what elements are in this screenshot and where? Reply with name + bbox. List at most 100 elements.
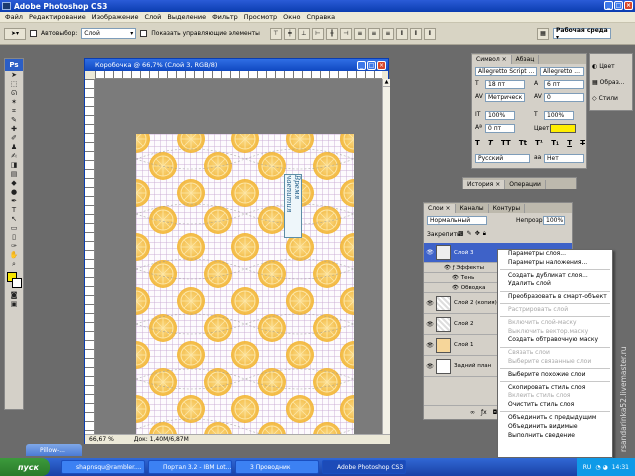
menu-help[interactable]: Справка — [303, 13, 338, 21]
kerning-input[interactable]: Метрическ — [485, 93, 525, 102]
context-menu-item[interactable]: Скопировать стиль слоя — [498, 384, 612, 393]
small-caps-button[interactable]: Tt — [519, 139, 527, 147]
distribute-right-icon[interactable]: ⫴ — [423, 27, 436, 40]
gradient-tool-icon[interactable]: ▤ — [5, 170, 23, 179]
scroll-up-icon[interactable]: ▲ — [383, 79, 390, 87]
maximize-icon[interactable]: □ — [614, 1, 623, 10]
font-family-select[interactable]: Allegretto Script ... — [475, 67, 537, 76]
taskbar-item-explorer[interactable]: 3 Проводник — [235, 460, 319, 474]
language-select[interactable]: Русский — [475, 154, 530, 163]
language-indicator[interactable]: RU — [583, 464, 592, 471]
healing-brush-icon[interactable]: ✚ — [5, 125, 23, 134]
distribute-top-icon[interactable]: ≡ — [353, 27, 366, 40]
doc-close-icon[interactable]: × — [377, 60, 386, 70]
strikethrough-button[interactable]: T — [580, 139, 585, 147]
antialias-select[interactable]: Нет — [544, 154, 584, 163]
autoselect-checkbox[interactable] — [30, 30, 37, 37]
tab-history[interactable]: История × — [463, 180, 506, 189]
clone-stamp-icon[interactable]: ♟ — [5, 143, 23, 152]
menu-view[interactable]: Просмотр — [241, 13, 280, 21]
shadow-eye-icon[interactable]: 👁︎ — [452, 275, 461, 281]
hand-tool-icon[interactable]: ✋ — [5, 251, 23, 260]
dock-color[interactable]: ◐ Цвет — [590, 58, 632, 74]
screen-mode-icon[interactable]: ▣ — [5, 300, 23, 309]
minimized-document-tab[interactable]: Pillow-... — [26, 444, 82, 456]
show-controls-checkbox[interactable] — [140, 30, 148, 37]
minimize-icon[interactable]: _ — [604, 1, 613, 10]
dodge-tool-icon[interactable]: ● — [5, 188, 23, 197]
brush-tool-icon[interactable]: ✐ — [5, 134, 23, 143]
slice-tool-icon[interactable]: ✎ — [5, 116, 23, 125]
opacity-input[interactable]: 100% — [543, 216, 565, 225]
background-color-swatch[interactable] — [12, 278, 22, 288]
canvas-area[interactable]: Время чаепития — [95, 79, 382, 441]
tab-paragraph[interactable]: Абзац — [512, 55, 540, 64]
vscale-input[interactable]: 100% — [485, 111, 515, 120]
context-menu-item[interactable]: Объединить видимые — [498, 423, 612, 432]
menu-edit[interactable]: Редактирование — [26, 13, 89, 21]
zoom-readout[interactable]: 66,67 % — [89, 436, 114, 443]
tab-paths[interactable]: Контуры — [489, 204, 526, 213]
tab-layers[interactable]: Слои × — [424, 204, 456, 213]
text-color-swatch[interactable] — [550, 124, 576, 133]
start-button[interactable]: пуск — [0, 458, 50, 476]
distribute-bottom-icon[interactable]: ≡ — [381, 27, 394, 40]
context-menu-item[interactable]: Выберите похожие слои — [498, 371, 612, 380]
lock-all-icon[interactable]: 🔒︎ — [483, 230, 486, 238]
align-bottom-icon[interactable]: ⊥ — [297, 27, 310, 40]
context-menu-item[interactable]: Удалить слой — [498, 280, 612, 289]
visibility-eye-icon[interactable]: 👁︎ — [424, 300, 436, 307]
eyedropper-icon[interactable]: ✑ — [5, 242, 23, 251]
menu-window[interactable]: Окно — [280, 13, 303, 21]
subscript-button[interactable]: T₁ — [551, 139, 559, 147]
all-caps-button[interactable]: TT — [501, 139, 511, 147]
visibility-eye-icon[interactable]: 👁︎ — [424, 249, 436, 256]
doc-maximize-icon[interactable]: □ — [367, 60, 376, 70]
lasso-tool-icon[interactable]: ᘏ — [5, 89, 23, 98]
menu-filter[interactable]: Фильтр — [209, 13, 241, 21]
taskbar-item-photoshop[interactable]: Adobe Photoshop CS3 — [322, 460, 406, 474]
menu-layer[interactable]: Слой — [141, 13, 164, 21]
workspace-button[interactable]: Рабочая среда ▾ — [553, 27, 611, 41]
move-tool-icon[interactable]: ➤ — [5, 71, 23, 80]
path-select-icon[interactable]: ↖ — [5, 215, 23, 224]
quickmask-icon[interactable]: ◙ — [5, 291, 23, 300]
taskbar-item-mail[interactable]: shapnsqu@rambler.... — [61, 460, 145, 474]
zoom-tool-icon[interactable]: ⌕ — [5, 260, 23, 269]
superscript-button[interactable]: T¹ — [535, 139, 543, 147]
menu-select[interactable]: Выделение — [164, 13, 209, 21]
vertical-scrollbar[interactable]: ▲ — [382, 79, 390, 434]
hscale-input[interactable]: 100% — [544, 111, 574, 120]
faux-italic-button[interactable]: T — [488, 139, 493, 147]
taskbar-item-portal[interactable]: Портал 3.2 - IBM Lot... — [148, 460, 232, 474]
eraser-tool-icon[interactable]: ◨ — [5, 161, 23, 170]
context-menu-item[interactable]: Преобразовать в смарт-объект — [498, 293, 612, 302]
lock-paint-icon[interactable]: ✎ — [467, 230, 472, 238]
dock-swatches[interactable]: ▦ Образ... — [590, 74, 632, 90]
tracking-input[interactable]: 0 — [544, 93, 584, 102]
dock-styles[interactable]: ◇ Стили — [590, 90, 632, 106]
lock-transparency-icon[interactable]: ▩ — [458, 230, 464, 238]
close-icon[interactable]: × — [624, 1, 633, 10]
context-menu-item[interactable]: Параметры слоя... — [498, 250, 612, 259]
tag-label[interactable]: Время чаепития — [284, 174, 302, 238]
distribute-left-icon[interactable]: ⫴ — [395, 27, 408, 40]
faux-bold-button[interactable]: T — [475, 139, 480, 147]
autoselect-select[interactable]: Слой ▾ — [81, 28, 137, 39]
font-size-input[interactable]: 18 пт — [485, 80, 525, 89]
layer-style-icon[interactable]: ƒx — [481, 409, 487, 416]
visibility-eye-icon[interactable]: 👁︎ — [424, 363, 436, 370]
blur-tool-icon[interactable]: ◆ — [5, 179, 23, 188]
align-hcenter-icon[interactable]: ╫ — [325, 27, 338, 40]
tab-channels[interactable]: Каналы — [456, 204, 489, 213]
tab-character[interactable]: Символ × — [472, 55, 512, 64]
lock-move-icon[interactable]: ✥ — [475, 230, 480, 238]
visibility-eye-icon[interactable]: 👁︎ — [424, 321, 436, 328]
context-menu-item[interactable]: Создать обтравочную маску — [498, 336, 612, 345]
align-left-icon[interactable]: ⊢ — [311, 27, 324, 40]
context-menu-item[interactable]: Объединить с предыдущим — [498, 414, 612, 423]
visibility-eye-icon[interactable]: 👁︎ — [424, 342, 436, 349]
align-vcenter-icon[interactable]: ╪ — [283, 27, 296, 40]
type-tool-icon[interactable]: T — [5, 206, 23, 215]
marquee-tool-icon[interactable]: ⬚ — [5, 80, 23, 89]
